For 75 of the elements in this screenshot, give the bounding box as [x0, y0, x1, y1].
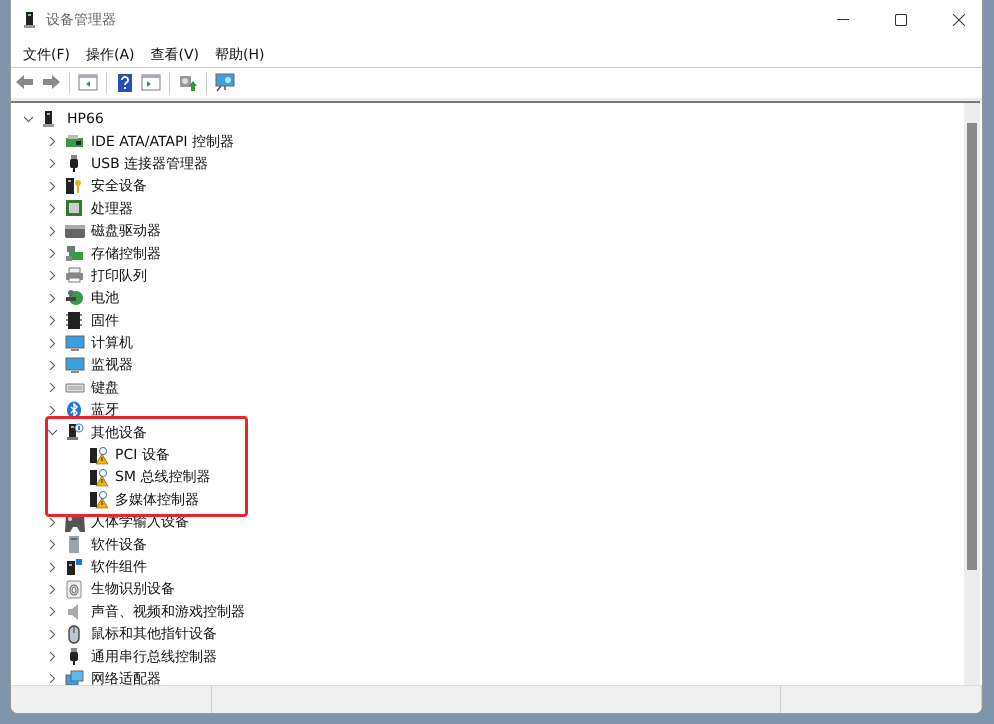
menu-item[interactable]: 文件(F): [23, 46, 70, 64]
storage-controller-icon: [65, 244, 85, 264]
tree-item[interactable]: 计算机: [91, 334, 133, 352]
chevron-icon[interactable]: [48, 383, 56, 392]
menu-item[interactable]: 帮助(H): [215, 46, 264, 64]
chevron-icon[interactable]: [48, 294, 56, 303]
tree-item[interactable]: 声音、视频和游戏控制器: [91, 602, 245, 621]
chevron-icon[interactable]: [48, 428, 56, 438]
chip-icon: [65, 311, 85, 330]
tree-item[interactable]: SM 总线控制器: [115, 468, 210, 486]
warning-device-icon: [89, 468, 109, 487]
scrollbar[interactable]: [964, 103, 980, 685]
tree-item[interactable]: USB 连接器管理器: [91, 154, 208, 173]
chevron-icon[interactable]: [48, 182, 56, 191]
tree-item[interactable]: 固件: [91, 312, 119, 330]
processor-icon: [65, 199, 85, 218]
tree-item[interactable]: 其他设备: [91, 424, 147, 442]
component-icon: [65, 558, 85, 576]
tree-item[interactable]: IDE ATA/ATAPI 控制器: [91, 132, 234, 151]
chevron-icon[interactable]: [48, 406, 56, 415]
unknown-device-icon: [65, 423, 85, 442]
action-pane-icon[interactable]: [141, 73, 161, 93]
tree-item[interactable]: 多媒体控制器: [115, 490, 199, 509]
chevron-icon[interactable]: [24, 114, 32, 124]
tree-item[interactable]: 鼠标和其他指针设备: [91, 625, 217, 644]
tree-item[interactable]: 通用串行总线控制器: [91, 648, 217, 666]
console-tree-icon[interactable]: [78, 73, 98, 93]
chevron-icon[interactable]: [48, 674, 56, 684]
printer-icon: [65, 266, 85, 286]
update-driver-icon[interactable]: [178, 73, 198, 93]
chevron-icon[interactable]: [48, 562, 56, 572]
tree-item[interactable]: 软件设备: [91, 536, 147, 554]
chevron-icon[interactable]: [48, 159, 56, 168]
tree-item[interactable]: 安全设备: [91, 177, 147, 196]
tree-item[interactable]: 电池: [91, 289, 119, 308]
network-icon: [65, 669, 85, 685]
chevron-icon[interactable]: [48, 137, 56, 146]
tree-item[interactable]: HP66: [67, 111, 104, 128]
window-title: 设备管理器: [46, 11, 116, 29]
tree-item[interactable]: 蓝牙: [91, 401, 119, 420]
menu-item[interactable]: 查看(V): [150, 46, 200, 64]
chevron-icon[interactable]: [48, 652, 56, 662]
chevron-icon[interactable]: [48, 584, 56, 594]
tree-item[interactable]: 软件组件: [91, 558, 147, 576]
chevron-icon[interactable]: [48, 226, 56, 236]
tree-item[interactable]: 网络适配器: [91, 670, 161, 685]
tree-item[interactable]: PCI 设备: [115, 446, 170, 464]
menu-item[interactable]: 操作(A): [86, 46, 134, 64]
chevron-icon[interactable]: [48, 540, 56, 550]
close-icon[interactable]: [953, 14, 965, 26]
chevron-icon[interactable]: [48, 338, 56, 348]
tree-item[interactable]: 处理器: [91, 200, 133, 218]
tree-item[interactable]: 磁盘驱动器: [91, 222, 161, 240]
chevron-icon[interactable]: [48, 607, 56, 616]
chevron-icon[interactable]: [48, 271, 56, 280]
warning-device-icon: [89, 490, 109, 510]
chevron-icon[interactable]: [48, 630, 56, 639]
chevron-icon[interactable]: [48, 518, 56, 527]
chevron-icon[interactable]: [48, 316, 56, 326]
chevron-icon[interactable]: [48, 249, 56, 258]
help-icon[interactable]: [115, 73, 135, 93]
maximize-icon[interactable]: [895, 14, 907, 26]
tree-item[interactable]: 生物识别设备: [91, 580, 175, 598]
computer-icon: [22, 11, 38, 29]
scrollbar-thumb[interactable]: [967, 123, 977, 570]
tree-item[interactable]: 打印队列: [91, 266, 147, 285]
minimize-icon[interactable]: [837, 19, 849, 21]
warning-device-icon: [89, 446, 109, 465]
tree-item[interactable]: 监视器: [91, 356, 133, 374]
chevron-icon[interactable]: [48, 360, 56, 370]
tree-item[interactable]: 键盘: [91, 378, 119, 397]
monitor-icon: [65, 356, 85, 375]
tree-item[interactable]: 存储控制器: [91, 244, 161, 263]
monitor-icon: [65, 334, 85, 353]
chevron-icon[interactable]: [48, 204, 56, 214]
